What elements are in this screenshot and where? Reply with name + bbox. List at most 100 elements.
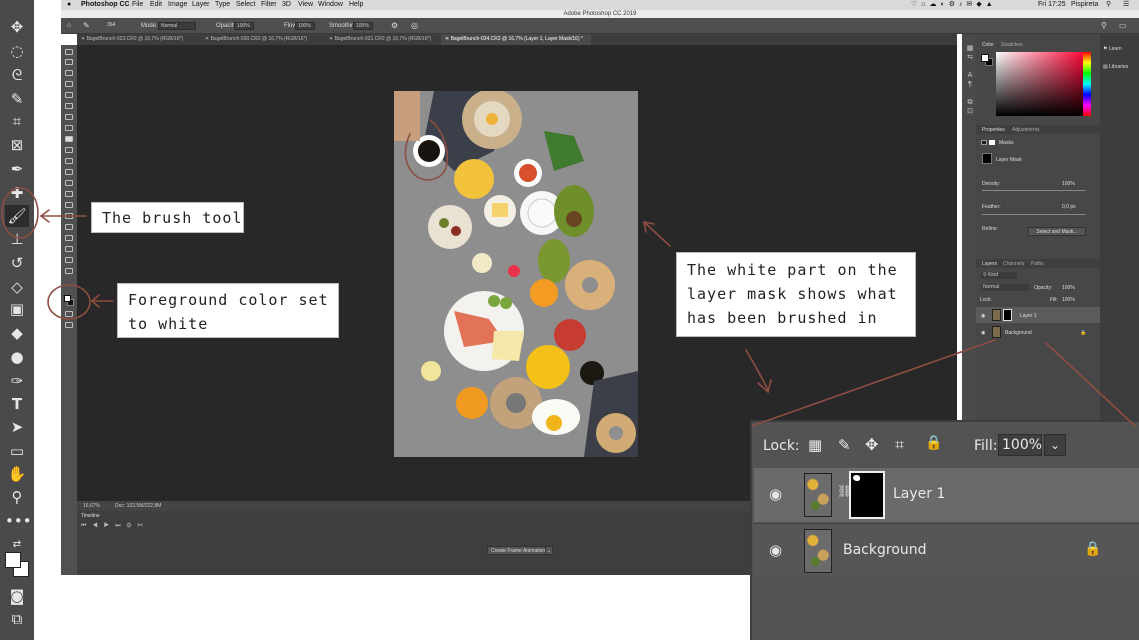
menu-type[interactable]: Type	[215, 0, 230, 10]
lock-transparent-icon[interactable]: ▦	[808, 436, 822, 454]
healing-tool-icon[interactable]: ✚	[5, 182, 29, 204]
tab-swatches[interactable]: Swatches	[1001, 42, 1023, 48]
tool-small[interactable]	[65, 169, 73, 175]
pen-tool-icon[interactable]: ✑	[5, 370, 29, 392]
menu-help[interactable]: Help	[349, 0, 363, 10]
panel-icons[interactable]: ▦ ⇆ A ¶ ⧉ ⊡	[965, 44, 975, 116]
tool-small[interactable]	[65, 213, 73, 219]
tool-small[interactable]	[65, 257, 73, 263]
eyedropper-tool-icon[interactable]: ✒	[5, 158, 29, 180]
rectangle-tool-icon[interactable]: ▭	[5, 440, 29, 462]
chevron-down-icon[interactable]: ⌄	[545, 546, 553, 555]
menu-image[interactable]: Image	[168, 0, 187, 10]
tool-small[interactable]	[65, 125, 73, 131]
quick-mask-icon[interactable]: ◙	[5, 585, 29, 607]
brush-preset-icon[interactable]: ✎	[83, 18, 90, 34]
feather-value[interactable]: 0,0 px	[1062, 204, 1076, 210]
tab-doc-1[interactable]: ✕ BagelBrunch-023.CR2 @ 16,7% (RGB/16*)	[77, 34, 195, 45]
menu-app[interactable]: Photoshop CC	[81, 0, 130, 10]
tool-small[interactable]	[65, 202, 73, 208]
color-field[interactable]	[996, 52, 1086, 116]
color-fg-swatch[interactable]	[981, 54, 989, 62]
stamp-tool-icon[interactable]: ⊥	[5, 228, 29, 250]
hand-tool-icon[interactable]: ✋	[5, 463, 29, 485]
layers-fill-value[interactable]: 100%	[1062, 297, 1075, 303]
pressure-icon[interactable]: ◎	[411, 18, 418, 34]
libraries-button[interactable]: ▤ Libraries	[1103, 64, 1128, 70]
history-brush-icon[interactable]: ↺	[5, 252, 29, 274]
blend-mode-select[interactable]: Normal	[981, 284, 1029, 291]
timeline-controls[interactable]: ⏮◀▶⏭⚙✂	[81, 523, 149, 530]
layer1-mask-thumbnail[interactable]	[849, 471, 885, 519]
foreground-color-swatch[interactable]	[5, 552, 21, 568]
menu-select[interactable]: Select	[236, 0, 255, 10]
lock-position-icon[interactable]: ✥	[865, 435, 878, 454]
zoom-tool-icon[interactable]: ⚲	[5, 486, 29, 508]
opacity-field[interactable]: 100%	[234, 22, 254, 30]
tab-channels[interactable]: Channels	[1003, 261, 1024, 267]
tab-layers[interactable]: Layers	[982, 261, 997, 267]
dodge-tool-icon[interactable]: ●	[5, 346, 29, 368]
menu-filter[interactable]: Filter	[261, 0, 277, 10]
quick-select-tool-icon[interactable]: ✎	[5, 88, 29, 110]
menu-layer[interactable]: Layer	[192, 0, 210, 10]
tool-small[interactable]	[65, 114, 73, 120]
screen-mode-icon[interactable]: ⧉	[5, 608, 29, 630]
tab-doc-2[interactable]: ✕ BagelBrunch-030.CR2 @ 16,7% (RGB/16*)	[201, 34, 319, 45]
tool-small-brush[interactable]	[65, 136, 73, 142]
search-icon[interactable]: ⚲	[1106, 0, 1111, 10]
blur-tool-icon[interactable]: ◆	[5, 322, 29, 344]
tool-small[interactable]	[65, 70, 73, 76]
tab-adjustments[interactable]: Adjustments	[1012, 127, 1040, 133]
tab-properties[interactable]: Properties	[982, 127, 1005, 133]
tab-doc-4[interactable]: ✕ BagelBrunch-034.CR2 @ 16,7% (Layer 1, …	[441, 34, 591, 45]
small-foreground-swatch[interactable]	[64, 295, 71, 302]
mode-select[interactable]: Normal	[158, 22, 196, 30]
tool-small[interactable]	[65, 246, 73, 252]
tool-small[interactable]	[65, 81, 73, 87]
frame-tool-icon[interactable]: ⊠	[5, 134, 29, 156]
tab-doc-3[interactable]: ✕ BagelBrunch-031.CR2 @ 16,7% (RGB/16*)	[325, 34, 437, 45]
zoom-level[interactable]: 16,67%	[83, 501, 100, 511]
smoothing-field[interactable]: 100%	[353, 22, 373, 30]
menu-edit[interactable]: Edit	[150, 0, 162, 10]
workspace-icon[interactable]: ▭	[1119, 18, 1127, 34]
tool-small[interactable]	[65, 235, 73, 241]
tool-small[interactable]	[65, 59, 73, 65]
tool-small[interactable]	[65, 224, 73, 230]
density-slider[interactable]	[982, 190, 1086, 191]
settings-gear-icon[interactable]: ⚙	[391, 18, 398, 34]
brush-tool-icon[interactable]: 🖌	[5, 205, 29, 227]
lock-paint-icon[interactable]: ✎	[838, 436, 851, 454]
more-tools-icon[interactable]: •••	[5, 510, 32, 532]
hue-slider[interactable]	[1083, 52, 1091, 116]
tool-small[interactable]	[65, 268, 73, 274]
tab-color[interactable]: Color	[982, 42, 994, 48]
marquee-tool-icon[interactable]: ◌	[5, 40, 29, 62]
crop-tool-icon[interactable]: ⌗	[5, 110, 29, 132]
apple-icon[interactable]: ●	[67, 0, 71, 10]
select-and-mask-button[interactable]: Select and Mask...	[1028, 227, 1086, 236]
eye-icon[interactable]: ◉	[981, 330, 985, 336]
fill-field[interactable]: 100%	[998, 434, 1042, 456]
flow-field[interactable]: 100%	[295, 22, 315, 30]
lock-all-icon[interactable]: 🔒	[925, 435, 942, 451]
tool-small[interactable]	[65, 311, 73, 317]
tool-small[interactable]	[65, 322, 73, 328]
lasso-tool-icon[interactable]: ᘓ	[5, 64, 29, 86]
tool-small[interactable]	[65, 147, 73, 153]
tool-small[interactable]	[65, 180, 73, 186]
learn-button[interactable]: ⚑ Learn	[1103, 46, 1122, 52]
tab-paths[interactable]: Paths	[1031, 261, 1044, 267]
eye-icon[interactable]: ◉	[769, 541, 782, 559]
layer-row-layer1[interactable]: ◉ ⛓ Layer 1	[754, 468, 1139, 522]
chevron-down-icon[interactable]: ⌄	[1044, 434, 1066, 456]
menu-file[interactable]: File	[132, 0, 143, 10]
brush-size[interactable]: 364	[107, 21, 115, 29]
menu-view[interactable]: View	[298, 0, 313, 10]
move-tool-icon[interactable]: ✥	[5, 16, 29, 38]
layer-row-background[interactable]: ◉ Background 🔒	[754, 523, 1139, 577]
home-icon[interactable]: ⌂	[67, 18, 71, 34]
kind-filter[interactable]: ⚲ Kind	[981, 272, 1017, 279]
eraser-tool-icon[interactable]: ◇	[5, 276, 29, 298]
